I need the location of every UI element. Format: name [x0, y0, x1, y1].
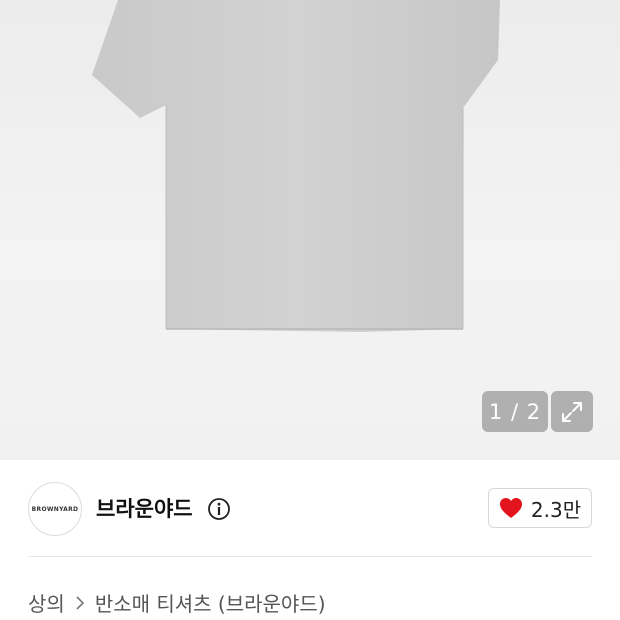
brand-logo[interactable]: BROWNYARD [28, 482, 82, 536]
breadcrumb-subcategory[interactable]: 반소매 티셔츠 (브라운야드) [95, 588, 326, 617]
brand-logo-text: BROWNYARD [31, 505, 79, 513]
like-count: 2.3만 [530, 497, 582, 522]
image-counter: 1 / 2 [482, 391, 548, 432]
brand-row: BROWNYARD 브라운야드 2.3만 [0, 460, 620, 557]
heart-icon [499, 498, 522, 518]
breadcrumb: 상의 반소매 티셔츠 (브라운야드) [28, 588, 326, 617]
expand-button[interactable] [551, 391, 593, 432]
breadcrumb-category[interactable]: 상의 [28, 588, 65, 617]
info-icon[interactable] [207, 497, 231, 521]
expand-icon [562, 401, 582, 422]
like-button[interactable]: 2.3만 [488, 488, 592, 528]
divider [28, 556, 592, 557]
brand-name[interactable]: 브라운야드 [96, 493, 193, 523]
chevron-right-icon [76, 595, 84, 610]
product-image-gallery[interactable]: 1 / 2 [0, 0, 620, 460]
